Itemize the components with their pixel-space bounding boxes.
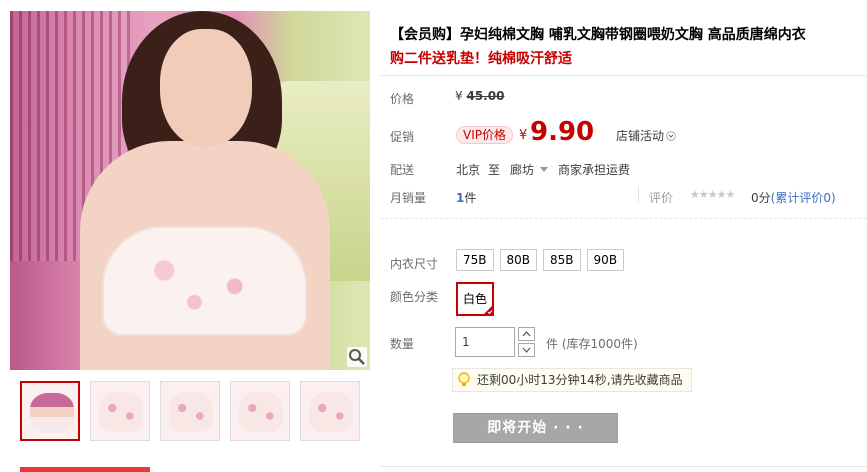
size-label: 内衣尺寸 — [390, 257, 439, 271]
thumbnail-5[interactable] — [300, 381, 360, 441]
countdown-notice: 还剩00小时13分钟14秒,请先收藏商品 — [452, 368, 692, 392]
thumbnail-image — [169, 392, 213, 432]
shipping-fee: 商家承担运费 — [558, 163, 631, 177]
rating-score-value: 0分 — [751, 191, 771, 205]
divider — [380, 75, 867, 76]
thumbnail-3[interactable] — [160, 381, 220, 441]
thumbnail-image — [309, 392, 353, 432]
color-label: 颜色分类 — [390, 290, 439, 304]
thumbnail-strip — [20, 381, 360, 443]
ship-to-word: 至 — [488, 163, 501, 177]
thumbnail-4[interactable] — [230, 381, 290, 441]
vip-price-badge: VIP价格 — [456, 126, 513, 144]
size-option-80b[interactable]: 80B — [499, 249, 538, 271]
divider — [380, 466, 867, 467]
promo-label: 促销 — [390, 130, 415, 144]
rating-count-link[interactable]: (累计评价0) — [771, 191, 836, 205]
thumbnail-image — [99, 392, 143, 432]
quantity-unit-stock: 件 (库存1000件) — [546, 337, 638, 351]
chevron-up-icon — [522, 331, 531, 337]
rating-score: 0分(累计评价0) — [751, 189, 836, 206]
size-option-85b[interactable]: 85B — [543, 249, 581, 271]
coming-soon-button[interactable]: 即将开始 · · · — [453, 413, 618, 443]
store-activity-dropdown[interactable]: 店铺活动 — [616, 127, 676, 144]
monthly-sales-unit: 件 — [464, 191, 477, 205]
original-price: ¥ 45.00 — [455, 89, 504, 103]
rating-label: 评价 — [649, 191, 674, 205]
product-details: 【会员购】孕妇纯棉文胸 哺乳文胸带钢圈喂奶文胸 高品质唐绵内衣 购二件送乳垫！纯… — [380, 0, 867, 472]
thumbnail-2[interactable] — [90, 381, 150, 441]
quantity-increase-button[interactable] — [518, 327, 535, 341]
destination-label: 廊坊 — [510, 163, 535, 177]
ship-from: 北京 — [456, 163, 481, 177]
color-option-white[interactable]: 白色 — [456, 282, 494, 316]
original-price-amount: 45.00 — [466, 89, 505, 103]
rating-stars-icon: ★★★★★ — [690, 188, 735, 201]
gallery-bottom-bar — [20, 467, 150, 472]
shipping-label: 配送 — [390, 163, 415, 177]
product-subtitle: 购二件送乳垫！纯棉吸汗舒适 — [390, 51, 572, 67]
thumbnail-image — [239, 392, 283, 432]
product-title: 【会员购】孕妇纯棉文胸 哺乳文胸带钢圈喂奶文胸 高品质唐绵内衣 — [390, 27, 806, 43]
quantity-input[interactable]: 1 — [455, 327, 515, 357]
size-option-75b[interactable]: 75B — [456, 249, 494, 271]
currency-symbol: ¥ — [455, 89, 463, 103]
chevron-down-icon — [522, 347, 531, 353]
thumbnail-image — [30, 393, 74, 433]
quantity-decrease-button[interactable] — [518, 343, 535, 357]
zoom-icon[interactable] — [347, 347, 367, 367]
destination-selector[interactable]: 廊坊 — [510, 161, 549, 178]
promo-currency: ¥ — [519, 128, 528, 143]
selected-check-icon — [483, 305, 493, 315]
size-options: 75B 80B 85B 90B — [456, 249, 625, 271]
lightbulb-icon — [458, 372, 470, 386]
price-label: 价格 — [390, 92, 415, 106]
main-product-image[interactable] — [10, 11, 370, 370]
product-bra — [102, 226, 307, 336]
store-activity-label: 店铺活动 — [616, 129, 665, 143]
divider — [638, 187, 639, 203]
divider — [380, 218, 867, 219]
monthly-sales-value: 1件 — [456, 189, 476, 206]
caret-down-icon — [540, 166, 549, 172]
monthly-sales-label: 月销量 — [390, 191, 427, 205]
size-option-90b[interactable]: 90B — [586, 249, 625, 271]
thumbnail-1[interactable] — [20, 381, 80, 441]
promo-price: 9.90 — [530, 117, 595, 147]
quantity-label: 数量 — [390, 337, 415, 351]
product-page: { "product": { "title": "【会员购】孕妇纯棉文胸 哺乳文… — [0, 0, 867, 472]
model-face — [160, 29, 252, 147]
chevron-down-icon — [666, 130, 676, 141]
countdown-text: 还剩00小时13分钟14秒,请先收藏商品 — [477, 373, 683, 387]
color-option-label: 白色 — [462, 292, 487, 306]
